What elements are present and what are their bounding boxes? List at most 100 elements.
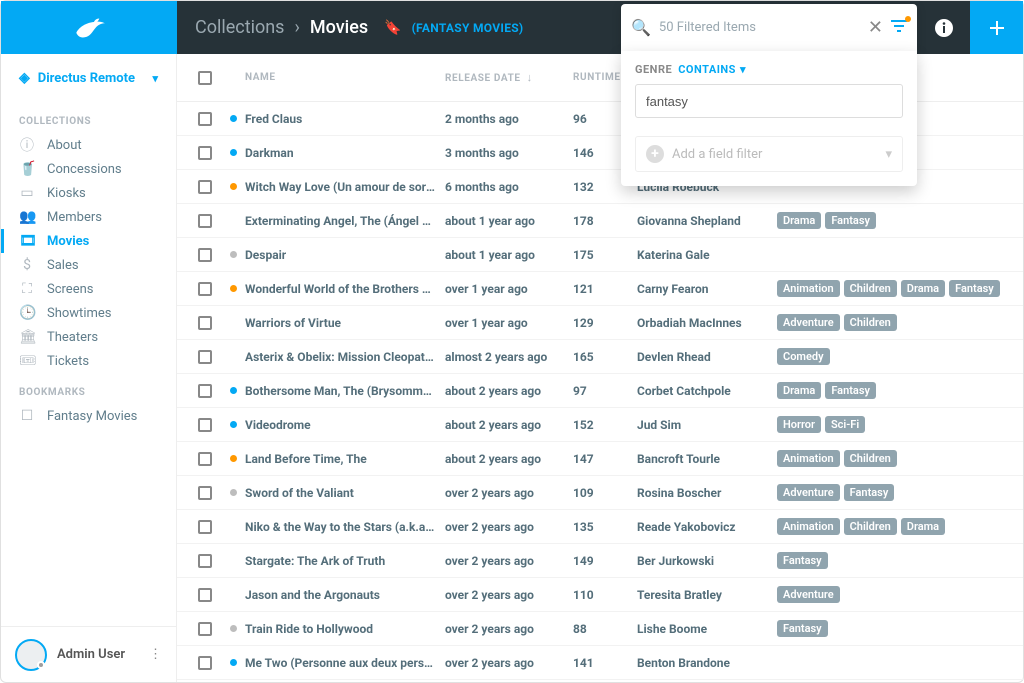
bookmark-label[interactable]: (FANTASY MOVIES) xyxy=(412,21,524,35)
nav-header-collections: COLLECTIONS xyxy=(1,102,176,133)
table-row[interactable]: Stargate: The Ark of Truth over 2 years … xyxy=(177,544,1023,578)
kebab-icon[interactable]: ⋮ xyxy=(149,647,162,662)
cell-director: Carny Fearon xyxy=(637,282,777,296)
cell-release: about 2 years ago xyxy=(445,418,573,432)
cell-release: 2 months ago xyxy=(445,112,573,126)
info-button[interactable] xyxy=(917,1,970,54)
cell-name: Sword of the Valiant xyxy=(245,486,445,500)
sidebar-item-theaters[interactable]: 🏛Theaters xyxy=(1,325,176,349)
row-checkbox[interactable] xyxy=(198,112,212,126)
cell-name: Bothersome Man, The (Brysomme ... xyxy=(245,384,445,398)
sidebar-item-screens[interactable]: ⛶Screens xyxy=(1,277,176,301)
cell-release: about 2 years ago xyxy=(445,384,573,398)
sidebar-item-movies[interactable]: 🎞Movies xyxy=(1,229,176,253)
row-checkbox[interactable] xyxy=(198,452,212,466)
table-row[interactable]: Videodrome about 2 years ago 152 Jud Sim… xyxy=(177,408,1023,442)
user-row[interactable]: Admin User ⋮ xyxy=(1,626,176,682)
dollar-icon: $ xyxy=(19,257,35,273)
close-icon[interactable]: ✕ xyxy=(868,17,883,38)
row-checkbox[interactable] xyxy=(198,486,212,500)
table-row[interactable]: Sword of the Valiant over 2 years ago 10… xyxy=(177,476,1023,510)
table-row[interactable]: Warriors of Virtue over 1 year ago 129 O… xyxy=(177,306,1023,340)
sidebar-item-concessions[interactable]: 🥤Concessions xyxy=(1,157,176,181)
table-row[interactable]: Despair about 1 year ago 175 Katerina Ga… xyxy=(177,238,1023,272)
cell-runtime: 109 xyxy=(573,486,637,500)
logo[interactable] xyxy=(1,1,177,54)
table-row[interactable]: Bothersome Man, The (Brysomme ... about … xyxy=(177,374,1023,408)
cell-release: almost 2 years ago xyxy=(445,350,573,364)
sidebar-item-members[interactable]: 👥Members xyxy=(1,205,176,229)
genre-tag: Children xyxy=(844,280,897,297)
sidebar-item-kiosks[interactable]: ▭Kiosks xyxy=(1,181,176,205)
add-button[interactable] xyxy=(970,1,1023,54)
row-checkbox[interactable] xyxy=(198,146,212,160)
table-row[interactable]: Train Ride to Hollywood over 2 years ago… xyxy=(177,612,1023,646)
row-checkbox[interactable] xyxy=(198,554,212,568)
row-checkbox[interactable] xyxy=(198,622,212,636)
cell-runtime: 147 xyxy=(573,452,637,466)
project-switcher[interactable]: ◈ Directus Remote ▾ xyxy=(1,54,176,102)
filter-icon[interactable] xyxy=(891,18,907,38)
cell-release: 6 months ago xyxy=(445,180,573,194)
row-checkbox[interactable] xyxy=(198,520,212,534)
table-row[interactable]: Exterminating Angel, The (Ángel ex... ab… xyxy=(177,204,1023,238)
cell-runtime: 149 xyxy=(573,554,637,568)
cell-runtime: 88 xyxy=(573,622,637,636)
row-checkbox[interactable] xyxy=(198,350,212,364)
status-dot xyxy=(230,387,237,394)
col-release[interactable]: RELEASE DATE↓ xyxy=(445,71,573,84)
row-checkbox[interactable] xyxy=(198,180,212,194)
bookmark-icon[interactable]: 🔖 xyxy=(384,20,401,36)
genre-tag: Horror xyxy=(777,416,821,433)
film-icon: 🎞 xyxy=(19,233,35,249)
filter-value-input[interactable] xyxy=(635,84,903,118)
genre-tag: Children xyxy=(844,518,897,535)
cell-director: Devlen Rhead xyxy=(637,350,777,364)
sidebar-item-sales[interactable]: $Sales xyxy=(1,253,176,277)
cell-tags: Fantasy xyxy=(777,620,1011,637)
table-row[interactable]: Me Two (Personne aux deux perso... over … xyxy=(177,646,1023,680)
row-checkbox[interactable] xyxy=(198,418,212,432)
sidebar-item-about[interactable]: ⓘAbout xyxy=(1,133,176,157)
add-filter-button[interactable]: + Add a field filter ▾ xyxy=(635,136,903,172)
col-name[interactable]: NAME xyxy=(245,72,445,83)
breadcrumb-parent[interactable]: Collections xyxy=(195,17,284,38)
search-box[interactable]: 🔍 50 Filtered Items ✕ xyxy=(621,4,917,51)
genre-tag: Adventure xyxy=(777,314,840,331)
row-checkbox[interactable] xyxy=(198,214,212,228)
cell-runtime: 97 xyxy=(573,384,637,398)
filter-operator[interactable]: CONTAINS ▾ xyxy=(678,63,746,76)
genre-tag: Sci-Fi xyxy=(825,416,865,433)
status-dot xyxy=(230,421,237,428)
row-checkbox[interactable] xyxy=(198,248,212,262)
table-row[interactable]: Jason and the Argonauts over 2 years ago… xyxy=(177,578,1023,612)
sidebar: ◈ Directus Remote ▾ COLLECTIONS ⓘAbout 🥤… xyxy=(1,54,177,682)
cell-tags: HorrorSci-Fi xyxy=(777,416,1011,433)
row-checkbox[interactable] xyxy=(198,588,212,602)
status-dot xyxy=(230,489,237,496)
table-row[interactable]: Wonderful World of the Brothers Gr... ov… xyxy=(177,272,1023,306)
sidebar-item-showtimes[interactable]: 🕒Showtimes xyxy=(1,301,176,325)
row-checkbox[interactable] xyxy=(198,384,212,398)
sidebar-bookmark-fantasy-movies[interactable]: ☐Fantasy Movies xyxy=(1,404,176,428)
genre-tag: Animation xyxy=(777,518,840,535)
cell-tags: AnimationChildrenDramaFantasy xyxy=(777,280,1011,297)
table-row[interactable]: Asterix & Obelix: Mission Cleopatra... a… xyxy=(177,340,1023,374)
cell-tags: DramaFantasy xyxy=(777,382,1011,399)
cell-runtime: 135 xyxy=(573,520,637,534)
select-all-checkbox[interactable] xyxy=(198,71,212,85)
signal-icon: ◈ xyxy=(19,70,30,86)
search-placeholder: 50 Filtered Items xyxy=(659,20,860,35)
row-checkbox[interactable] xyxy=(198,282,212,296)
cell-name: Videodrome xyxy=(245,418,445,432)
sidebar-item-tickets[interactable]: 🎟Tickets xyxy=(1,349,176,373)
table-row[interactable]: Niko & the Way to the Stars (a.k.a. ... … xyxy=(177,510,1023,544)
table-row[interactable]: Land Before Time, The about 2 years ago … xyxy=(177,442,1023,476)
cell-tags: DramaFantasy xyxy=(777,212,1011,229)
cell-name: Wonderful World of the Brothers Gr... xyxy=(245,282,445,296)
row-checkbox[interactable] xyxy=(198,316,212,330)
cell-director: Rosina Boscher xyxy=(637,486,777,500)
nav-header-bookmarks: BOOKMARKS xyxy=(1,373,176,404)
cell-release: over 2 years ago xyxy=(445,588,573,602)
row-checkbox[interactable] xyxy=(198,656,212,670)
